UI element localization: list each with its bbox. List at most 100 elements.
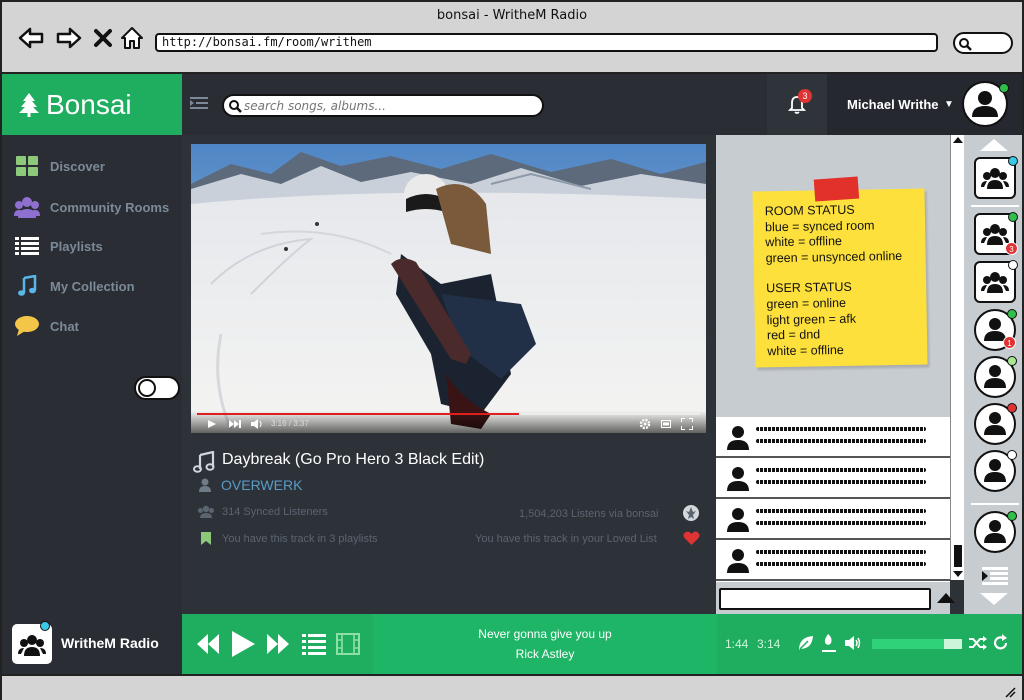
shuffle-icon[interactable] (969, 635, 987, 651)
room-status-dot (1008, 212, 1018, 222)
download-icon[interactable] (821, 633, 837, 653)
scribbled-text (756, 468, 926, 472)
volume-slider[interactable] (872, 639, 962, 649)
main-content: 3:16 / 3:37 Daybreak (Go Pro Hero 3 Blac… (182, 135, 716, 614)
sidebar-item-label: Community Rooms (50, 199, 170, 215)
grid-icon (14, 153, 40, 179)
now-playing-artist: Rick Astley (515, 647, 575, 661)
list-icon (14, 233, 40, 259)
track-artist[interactable]: OVERWERK (221, 477, 302, 493)
browser-window: bonsai - WritheM Radio http://bonsai.fm/… (0, 0, 1024, 700)
people-icon (981, 272, 1009, 293)
url-bar[interactable]: http://bonsai.fm/room/writhem (155, 33, 938, 52)
leaf-icon[interactable] (797, 634, 815, 652)
menu-toggle-icon[interactable] (190, 96, 208, 115)
scribbled-text (756, 439, 926, 443)
playlist-count: You have this track in 3 playlists (222, 533, 378, 545)
chat-toggle[interactable] (134, 376, 180, 400)
roster-sidebar: 3 1 (964, 135, 1022, 614)
people-icon (198, 505, 214, 518)
listen-count: 1,504,203 Listens via bonsai (519, 508, 659, 520)
back-arrow-icon[interactable] (16, 24, 46, 52)
current-room[interactable]: WritheM Radio (2, 614, 182, 674)
send-arrow-icon[interactable] (937, 593, 955, 603)
chat-scrollbar[interactable] (950, 135, 964, 580)
repeat-icon[interactable] (993, 634, 1009, 652)
notifications-button[interactable]: 3 (767, 74, 827, 135)
user-avatar[interactable] (974, 403, 1017, 445)
user-status-dot (1007, 356, 1017, 366)
sidebar-item-playlists[interactable]: Playlists (14, 233, 103, 259)
sidebar: Discover Community Rooms Playlists My Co… (2, 135, 182, 614)
video-progress-bar[interactable] (197, 413, 700, 415)
scribbled-text (756, 427, 926, 431)
user-menu[interactable]: Michael Writhe ▼ (827, 74, 1022, 135)
track-title: Daybreak (Go Pro Hero 3 Black Edit) (222, 451, 485, 468)
film-icon[interactable] (336, 632, 360, 656)
room-status-line: green = unsynced online (765, 248, 903, 266)
sidebar-item-discover[interactable]: Discover (14, 153, 105, 179)
sidebar-item-label: My Collection (50, 278, 135, 294)
video-player[interactable]: 3:16 / 3:37 (191, 144, 706, 433)
theater-mode-icon[interactable] (661, 420, 671, 428)
browser-status-bar (2, 674, 1022, 700)
chevron-down-icon[interactable]: ▼ (944, 99, 954, 110)
resize-grip-icon[interactable] (1002, 684, 1016, 698)
video-next-icon[interactable] (229, 419, 241, 429)
chat-message (716, 458, 950, 499)
user-avatar[interactable] (974, 450, 1017, 492)
app-logo[interactable]: Bonsai (2, 74, 182, 135)
fullscreen-icon[interactable] (681, 418, 693, 430)
room-tile[interactable] (974, 156, 1018, 199)
artist-icon (199, 478, 211, 492)
roster-divider (971, 503, 1019, 505)
scroll-thumb[interactable] (954, 545, 962, 567)
status-legend-note: ROOM STATUS blue = synced room white = o… (752, 176, 928, 368)
user-avatar-icon (727, 549, 749, 573)
scroll-up-icon[interactable] (953, 137, 963, 143)
browser-search-box[interactable] (953, 32, 1013, 54)
video-play-icon[interactable] (207, 419, 217, 429)
room-tile[interactable]: 3 (974, 212, 1018, 255)
search-input[interactable] (244, 98, 534, 113)
room-name: WritheM Radio (61, 635, 159, 651)
heart-icon[interactable] (683, 531, 700, 546)
stop-x-icon[interactable] (88, 24, 118, 52)
roster-scroll-up-icon[interactable] (980, 139, 1008, 151)
user-avatar[interactable]: 1 (974, 309, 1017, 351)
room-status-dot (1008, 156, 1018, 166)
roster-scroll-down-icon[interactable] (980, 593, 1008, 605)
fast-forward-icon[interactable] (266, 633, 290, 655)
sidebar-item-my-collection[interactable]: My Collection (14, 273, 135, 299)
settings-gear-icon[interactable] (639, 418, 651, 430)
search-box[interactable] (222, 94, 544, 117)
scribbled-text (756, 509, 926, 513)
volume-icon[interactable] (845, 635, 863, 651)
sidebar-item-chat[interactable]: Chat (14, 313, 79, 339)
rewind-icon[interactable] (196, 633, 220, 655)
forward-arrow-icon[interactable] (54, 24, 84, 52)
collapse-panel-icon[interactable] (982, 567, 1008, 585)
video-volume-icon[interactable] (251, 419, 263, 429)
player-extras: 1:44 3:14 (717, 614, 1022, 674)
user-avatar[interactable] (974, 511, 1017, 553)
chat-message (716, 499, 950, 540)
chat-message (716, 417, 950, 458)
user-status-line: white = offline (767, 342, 844, 359)
bookmark-icon (201, 532, 211, 545)
video-controls: 3:16 / 3:37 (191, 411, 706, 433)
user-status-dot (999, 83, 1009, 93)
home-icon[interactable] (117, 24, 147, 52)
queue-list-icon[interactable] (302, 633, 326, 655)
sidebar-item-community-rooms[interactable]: Community Rooms (14, 194, 169, 220)
video-frame (191, 144, 706, 433)
notification-count-badge: 3 (798, 89, 812, 103)
user-avatar[interactable] (974, 356, 1017, 398)
scroll-down-icon[interactable] (953, 571, 963, 577)
chat-input[interactable] (719, 588, 931, 610)
room-tile[interactable] (974, 260, 1018, 303)
play-icon[interactable] (230, 630, 256, 658)
search-icon (959, 38, 972, 51)
search-icon (229, 100, 242, 113)
room-panel: ROOM STATUS blue = synced room white = o… (716, 135, 955, 614)
